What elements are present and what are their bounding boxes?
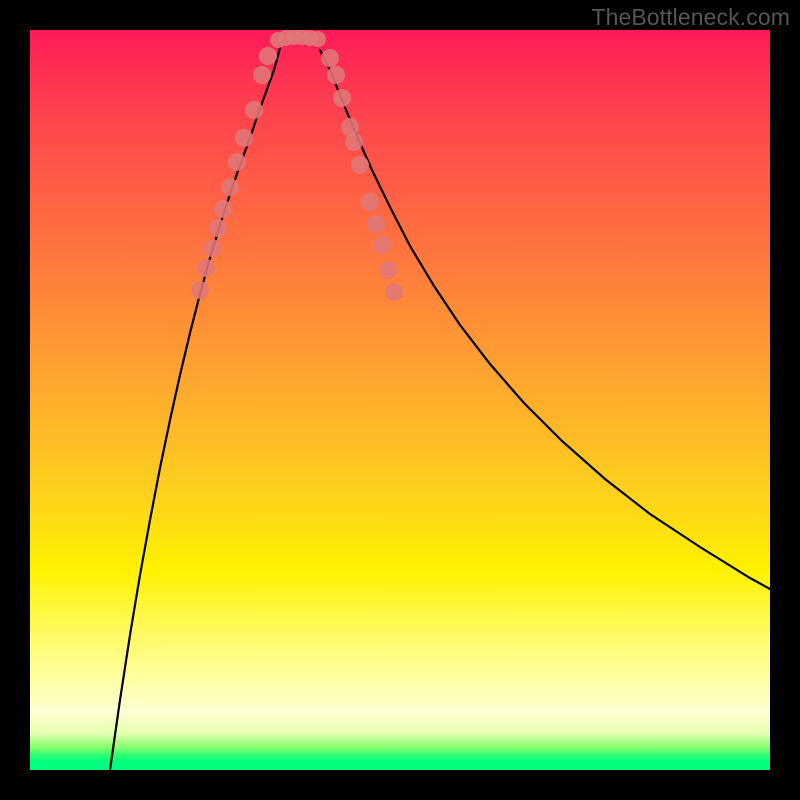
data-point [351, 156, 369, 174]
data-point [345, 133, 363, 151]
plot-area [30, 30, 770, 770]
data-point [209, 219, 227, 237]
data-point [245, 101, 263, 119]
data-point [214, 200, 232, 218]
scatter-left [191, 47, 277, 299]
data-point [379, 261, 397, 279]
chart-svg [30, 30, 770, 770]
data-point [253, 66, 271, 84]
data-point [327, 66, 345, 84]
data-point [235, 129, 253, 147]
data-point [310, 31, 326, 47]
data-point [203, 239, 221, 257]
chart-frame: TheBottleneck.com [0, 0, 800, 800]
data-point [385, 283, 403, 301]
data-point [197, 259, 215, 277]
data-point [221, 178, 239, 196]
data-point [228, 153, 246, 171]
data-point [333, 89, 351, 107]
data-point [373, 236, 391, 254]
curve-group [110, 48, 770, 770]
data-point [361, 193, 379, 211]
left-curve [110, 48, 280, 770]
data-point [321, 49, 339, 67]
data-point [367, 215, 385, 233]
data-point [191, 281, 209, 299]
watermark-text: TheBottleneck.com [591, 4, 790, 31]
scatter-right [321, 49, 403, 301]
scatter-bottom [270, 30, 326, 48]
right-curve [320, 50, 770, 589]
data-point [259, 47, 277, 65]
